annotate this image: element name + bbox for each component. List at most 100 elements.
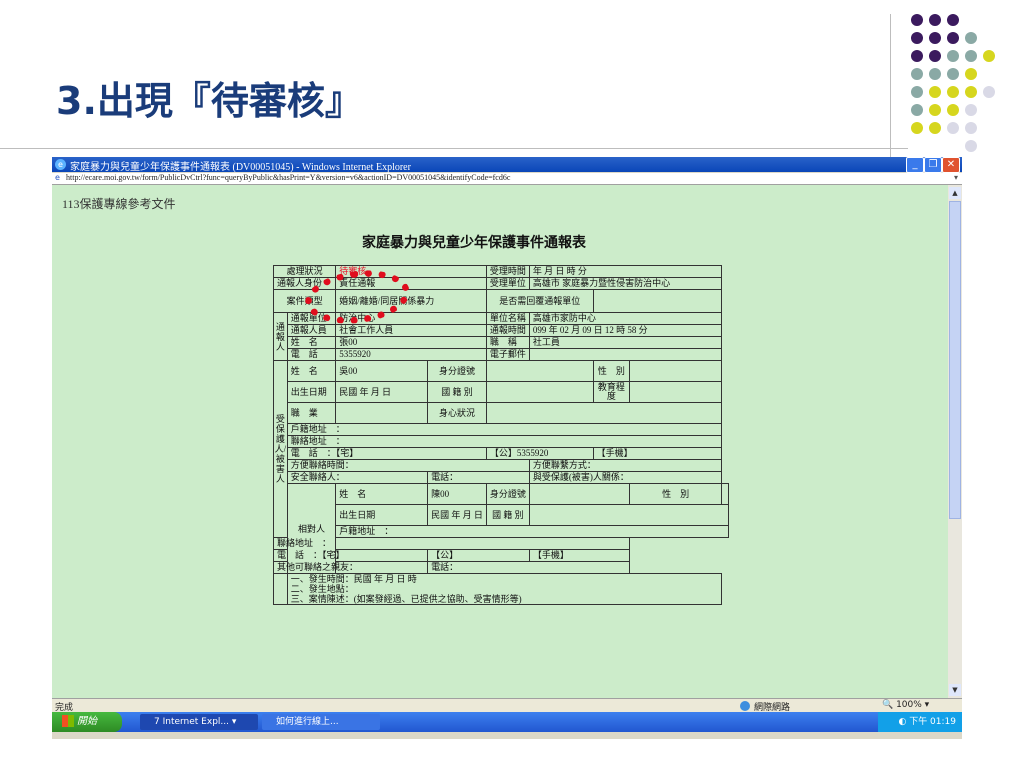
decorative-dot	[965, 86, 977, 98]
victim-contact-time: 方便聯絡時間：	[286, 459, 530, 472]
decorative-dot	[965, 50, 977, 62]
offender-nationality-value	[528, 504, 730, 526]
decorative-dot	[947, 50, 959, 62]
taskbar-item-ie[interactable]: 7 Internet Expl... ▾	[140, 714, 258, 730]
victim-phone-home: 電 話 ：【宅】	[286, 447, 487, 460]
receive-unit-label: 受理單位	[485, 277, 530, 290]
offender-name-label: 姓 名	[335, 483, 429, 505]
zoom-level[interactable]: 🔍 100% ▾	[882, 700, 929, 710]
victim-registered-address: 戶籍地址 ：	[286, 423, 723, 436]
decorative-dot	[947, 104, 959, 116]
victim-birth-label: 出生日期	[286, 381, 337, 403]
report-time-value: 099 年 02 月 09 日 12 時 58 分	[528, 324, 723, 337]
offender-registered-address: 戶籍地址 ：	[335, 525, 729, 538]
start-button[interactable]: 開始	[52, 712, 122, 732]
offender-phone-mobile: 【手機】	[528, 549, 631, 562]
decorative-dot	[929, 86, 941, 98]
victim-nationality-value	[485, 381, 594, 403]
victim-health-value	[485, 402, 723, 424]
victim-id-value	[485, 360, 594, 382]
decorative-dot	[911, 122, 923, 134]
decorative-dot	[929, 14, 941, 26]
decorative-dot	[947, 14, 959, 26]
victim-education-value	[629, 381, 722, 403]
reply-required-value	[592, 289, 723, 313]
page-icon: e	[55, 173, 60, 182]
victim-job-label: 職 業	[286, 402, 337, 424]
unit-name-label: 單位名稱	[485, 312, 530, 325]
decorative-dot	[911, 50, 923, 62]
reporter-title-value: 社工員	[528, 336, 723, 349]
offender-id-label: 身分證號	[485, 483, 530, 505]
offender-sex-value	[721, 483, 729, 505]
minimize-icon[interactable]: _	[906, 157, 924, 173]
offender-nationality-label: 國 籍 別	[485, 504, 530, 526]
decorative-dot	[947, 32, 959, 44]
scrollbar-thumb[interactable]	[949, 201, 961, 519]
incident-spacer	[273, 573, 288, 605]
victim-health-label: 身心狀況	[427, 402, 487, 424]
receive-time-value: 年 月 日 時 分	[528, 265, 723, 278]
window-titlebar[interactable]: e 家庭暴力與兒童少年保護事件通報表 (DV00051045) - Window…	[52, 157, 962, 173]
reporter-phone-value: 5355920	[335, 348, 487, 361]
incident-description: 三、案情陳述：(如案發經過、已提供之協助、受害情形等)	[290, 594, 522, 604]
victim-contact-address: 聯絡地址 ：	[286, 435, 723, 448]
form-heading: 家庭暴力與兒童少年保護事件通報表	[362, 236, 586, 251]
decorative-dot	[983, 86, 995, 98]
page-content: 113保護專線參考文件 家庭暴力與兒童少年保護事件通報表 處理狀況 待審核 受理…	[52, 185, 948, 698]
offender-id-value	[528, 483, 631, 505]
taskbar-item-document[interactable]: 如何進行線上...	[262, 714, 380, 730]
start-label: 開始	[77, 716, 97, 727]
decorative-dot	[911, 104, 923, 116]
address-url[interactable]: http://ecare.moi.gov.tw/form/PublicDvCtr…	[66, 173, 510, 182]
safe-contact-relation: 與受保護(被害)人關係：	[528, 471, 723, 484]
decorative-dot	[911, 14, 923, 26]
report-time-label: 通報時間	[485, 324, 530, 337]
reporter-group-label: 通報人	[273, 312, 288, 361]
scroll-up-icon[interactable]: ▲	[949, 187, 961, 199]
restore-icon[interactable]: ❐	[924, 157, 942, 173]
victim-phone-mobile: 【手機】	[592, 447, 723, 460]
network-icon[interactable]: ◐	[898, 717, 906, 727]
scroll-down-icon[interactable]: ▼	[949, 684, 961, 696]
offender-birth-value: 民國 年 月 日	[427, 504, 487, 526]
window-title: 家庭暴力與兒童少年保護事件通報表 (DV00051045) - Windows …	[70, 162, 411, 173]
status-bar: 完成 網際網路 🔍 100% ▾	[52, 698, 962, 713]
windows-logo-icon	[62, 715, 74, 727]
reporter-name-value: 張00	[335, 336, 487, 349]
decorative-dot	[965, 104, 977, 116]
reporter-name-label: 姓 名	[286, 336, 337, 349]
victim-birth-value: 民國 年 月 日	[335, 381, 429, 403]
zoom-value: 100%	[896, 700, 922, 710]
reporter-person-value: 社會工作人員	[335, 324, 487, 337]
offender-contact-address: 聯絡地址 ：	[272, 537, 631, 550]
offender-phone-home: 電 話 ：【宅】	[272, 549, 429, 562]
decorative-dot	[947, 86, 959, 98]
decorative-dot	[929, 104, 941, 116]
incident-place: 二、發生地點：	[290, 584, 354, 594]
victim-name-value: 吳00	[335, 360, 429, 382]
reporter-title-label: 職 稱	[485, 336, 530, 349]
reporter-email-value	[528, 348, 723, 361]
decorative-dot	[911, 32, 923, 44]
document-reference-label: 113保護專線參考文件	[62, 197, 176, 211]
close-icon[interactable]: ✕	[942, 157, 960, 173]
divider-horizontal	[0, 148, 908, 149]
globe-icon	[740, 701, 750, 711]
address-dropdown-icon[interactable]: ▾	[954, 173, 958, 182]
decorative-dot	[983, 50, 995, 62]
receive-time-label: 受理時間	[485, 265, 530, 278]
vertical-scrollbar[interactable]: ▲ ▼	[948, 185, 962, 698]
slide-title: 3.出現『待審核』	[56, 79, 363, 123]
reporter-person-label: 通報人員	[286, 324, 337, 337]
address-bar[interactable]: e http://ecare.moi.gov.tw/form/PublicDvC…	[52, 173, 962, 185]
status-label: 處理狀況	[272, 265, 337, 278]
decorative-dot	[929, 32, 941, 44]
taskbar: 開始 7 Internet Expl... ▾ 如何進行線上... ◐ 下午 0…	[52, 712, 962, 732]
reporter-email-label: 電子郵件	[485, 348, 530, 361]
safe-contact-person: 安全聯絡人：	[286, 471, 429, 484]
decorative-dot	[947, 122, 959, 134]
decorative-dot	[929, 50, 941, 62]
offender-phone-office: 【公】	[427, 549, 530, 562]
victim-education-label: 教育程度	[592, 381, 631, 403]
